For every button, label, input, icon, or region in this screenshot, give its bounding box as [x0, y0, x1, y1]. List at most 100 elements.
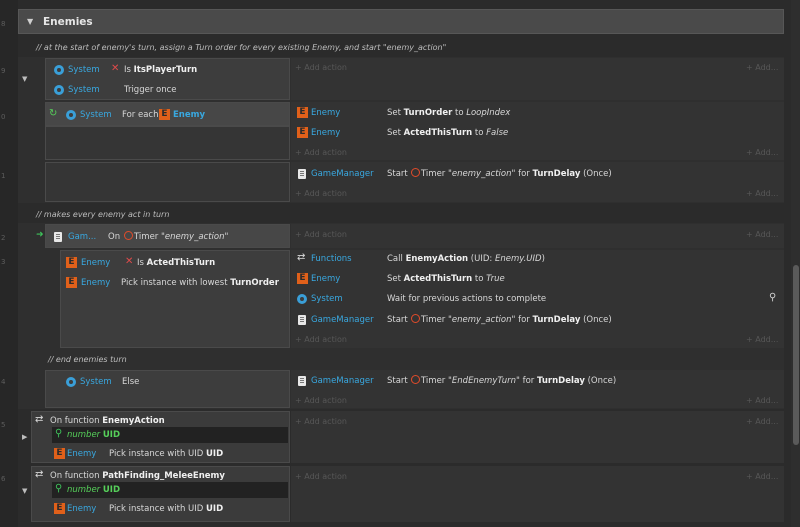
- action[interactable]: E Enemy Set TurnOrder to LoopIndex: [291, 103, 784, 123]
- gamemanager-icon: [298, 376, 306, 386]
- add-action-link[interactable]: + Add action: [295, 189, 347, 198]
- add-action-link[interactable]: + Add action: [295, 396, 347, 405]
- action-text: Set ActedThisTurn to True: [387, 274, 505, 284]
- function-title: On function PathFinding_MeleeEnemy: [50, 471, 225, 481]
- action-text: Set TurnOrder to LoopIndex: [387, 108, 511, 118]
- add-more-link[interactable]: + Add...: [746, 189, 778, 198]
- action[interactable]: GameManager Start Timer "enemy_action" f…: [291, 311, 784, 331]
- invert-cross-icon: ✕: [111, 63, 120, 74]
- condition-text: For each: [122, 110, 159, 120]
- target-object: Enemy: [173, 110, 206, 120]
- system-gear-icon: [66, 110, 76, 120]
- expand-arrow-icon[interactable]: ▶: [22, 433, 27, 441]
- condition[interactable]: E Enemy Pick instance with lowest TurnOr…: [61, 273, 289, 293]
- action-list: GameManager Start Timer "enemy_action" f…: [291, 162, 784, 202]
- enemy-sprite-icon: E: [297, 107, 308, 118]
- vertical-scrollbar[interactable]: [791, 0, 800, 527]
- object-name: GameManager: [311, 315, 374, 325]
- function-call-icon: ⇄: [297, 252, 306, 263]
- add-more-link[interactable]: + Add...: [746, 417, 778, 426]
- sub-event-condition[interactable]: ↻ System For each E Enemy: [45, 102, 290, 126]
- object-name: Enemy: [67, 504, 97, 514]
- add-action-link[interactable]: + Add action: [295, 148, 347, 157]
- action-list: + Add action + Add...: [291, 224, 784, 248]
- enemy-sprite-icon: E: [54, 448, 65, 459]
- function-title: On function EnemyAction: [50, 416, 165, 426]
- action-text-tail: Timer "enemy_action" for TurnDelay (Once…: [421, 315, 612, 325]
- condition[interactable]: E Enemy ✕ Is ActedThisTurn: [61, 253, 289, 273]
- add-more-link[interactable]: + Add...: [746, 230, 778, 239]
- line-number: 4: [1, 378, 6, 386]
- action[interactable]: GameManager Start Timer "enemy_action" f…: [291, 164, 784, 184]
- add-more-link[interactable]: + Add...: [746, 396, 778, 405]
- object-name: Enemy: [67, 449, 97, 459]
- object-name: System: [80, 377, 112, 387]
- add-more-link[interactable]: + Add...: [746, 335, 778, 344]
- condition[interactable]: E Enemy Pick instance with UID UID: [52, 446, 288, 462]
- action-text: Start: [387, 169, 408, 179]
- system-gear-icon: [66, 377, 76, 387]
- condition[interactable]: System ✕ Is ItsPlayerTurn: [46, 61, 289, 81]
- object-name: Enemy: [81, 258, 111, 268]
- action-list: ⇄ Functions Call EnemyAction (UID: Enemy…: [291, 250, 784, 348]
- gamemanager-icon: [298, 169, 306, 179]
- action-list: + Add action + Add...: [291, 466, 784, 522]
- function-parameter[interactable]: ⚲ number UID: [52, 482, 288, 498]
- action-text: Start: [387, 376, 408, 386]
- scrollbar-thumb[interactable]: [793, 265, 799, 445]
- enemy-sprite-icon: E: [297, 273, 308, 284]
- action[interactable]: E Enemy Set ActedThisTurn to False: [291, 123, 784, 143]
- object-name: System: [68, 65, 100, 75]
- loop-icon: ↻: [49, 108, 58, 119]
- enemy-sprite-icon: E: [66, 277, 77, 288]
- function-parameter[interactable]: ⚲ number UID: [52, 427, 288, 443]
- condition-text: Is ActedThisTurn: [137, 258, 216, 268]
- condition[interactable]: System Trigger once: [46, 81, 289, 101]
- action-list: E Enemy Set TurnOrder to LoopIndex E Ene…: [291, 102, 784, 160]
- object-name: System: [80, 110, 112, 120]
- gamemanager-icon: [54, 232, 62, 242]
- add-more-link[interactable]: + Add...: [746, 63, 778, 72]
- action[interactable]: System Wait for previous actions to comp…: [291, 290, 784, 310]
- action-text-tail: Timer "enemy_action" for TurnDelay (Once…: [421, 169, 612, 179]
- add-action-link[interactable]: + Add action: [295, 417, 347, 426]
- condition-text: Else: [122, 377, 140, 387]
- comment[interactable]: // makes every enemy act in turn: [36, 210, 169, 219]
- else-condition[interactable]: System Else: [45, 370, 290, 408]
- action[interactable]: GameManager Start Timer "EndEnemyTurn" f…: [291, 372, 784, 392]
- action[interactable]: ⇄ Functions Call EnemyAction (UID: Enemy…: [291, 250, 784, 270]
- add-action-link[interactable]: + Add action: [295, 63, 347, 72]
- comment[interactable]: // at the start of enemy's turn, assign …: [36, 43, 446, 52]
- invert-cross-icon: ✕: [125, 256, 134, 267]
- add-more-link[interactable]: + Add...: [746, 148, 778, 157]
- add-more-link[interactable]: + Add...: [746, 472, 778, 481]
- system-gear-icon: [297, 294, 307, 304]
- action-text: Wait for previous actions to complete: [387, 294, 547, 304]
- condition-text: On: [108, 232, 121, 242]
- action-list: GameManager Start Timer "EndEnemyTurn" f…: [291, 370, 784, 408]
- trigger-condition[interactable]: Gam... On Timer "enemy_action": [45, 224, 290, 248]
- parameter: number UID: [67, 485, 121, 495]
- line-number: 2: [1, 234, 6, 242]
- collapse-arrow-icon[interactable]: ▼: [22, 75, 27, 83]
- line-number-gutter: 8 9 0 1 2 3 4 5 6: [0, 0, 18, 527]
- collapse-arrow-icon[interactable]: ▼: [27, 17, 33, 26]
- group-header[interactable]: ▼ Enemies: [18, 9, 784, 34]
- add-action-link[interactable]: + Add action: [295, 335, 347, 344]
- add-action-link[interactable]: + Add action: [295, 230, 347, 239]
- group-title: Enemies: [43, 16, 93, 28]
- comment[interactable]: // end enemies turn: [48, 355, 127, 364]
- line-number: 0: [1, 113, 6, 121]
- timer-icon: [411, 168, 420, 177]
- action-text-tail: Timer "EndEnemyTurn" for TurnDelay (Once…: [421, 376, 617, 386]
- line-number: 8: [1, 20, 6, 28]
- enemy-sprite-icon: E: [54, 503, 65, 514]
- sub-event-condition-empty: [45, 126, 290, 160]
- condition[interactable]: E Enemy Pick instance with UID UID: [52, 501, 288, 517]
- action[interactable]: E Enemy Set ActedThisTurn to True: [291, 270, 784, 290]
- object-name: System: [68, 85, 100, 95]
- add-action-link[interactable]: + Add action: [295, 472, 347, 481]
- action-list: + Add action + Add...: [291, 411, 784, 463]
- action-text: Set ActedThisTurn to False: [387, 128, 509, 138]
- collapse-arrow-icon[interactable]: ▼: [22, 487, 27, 495]
